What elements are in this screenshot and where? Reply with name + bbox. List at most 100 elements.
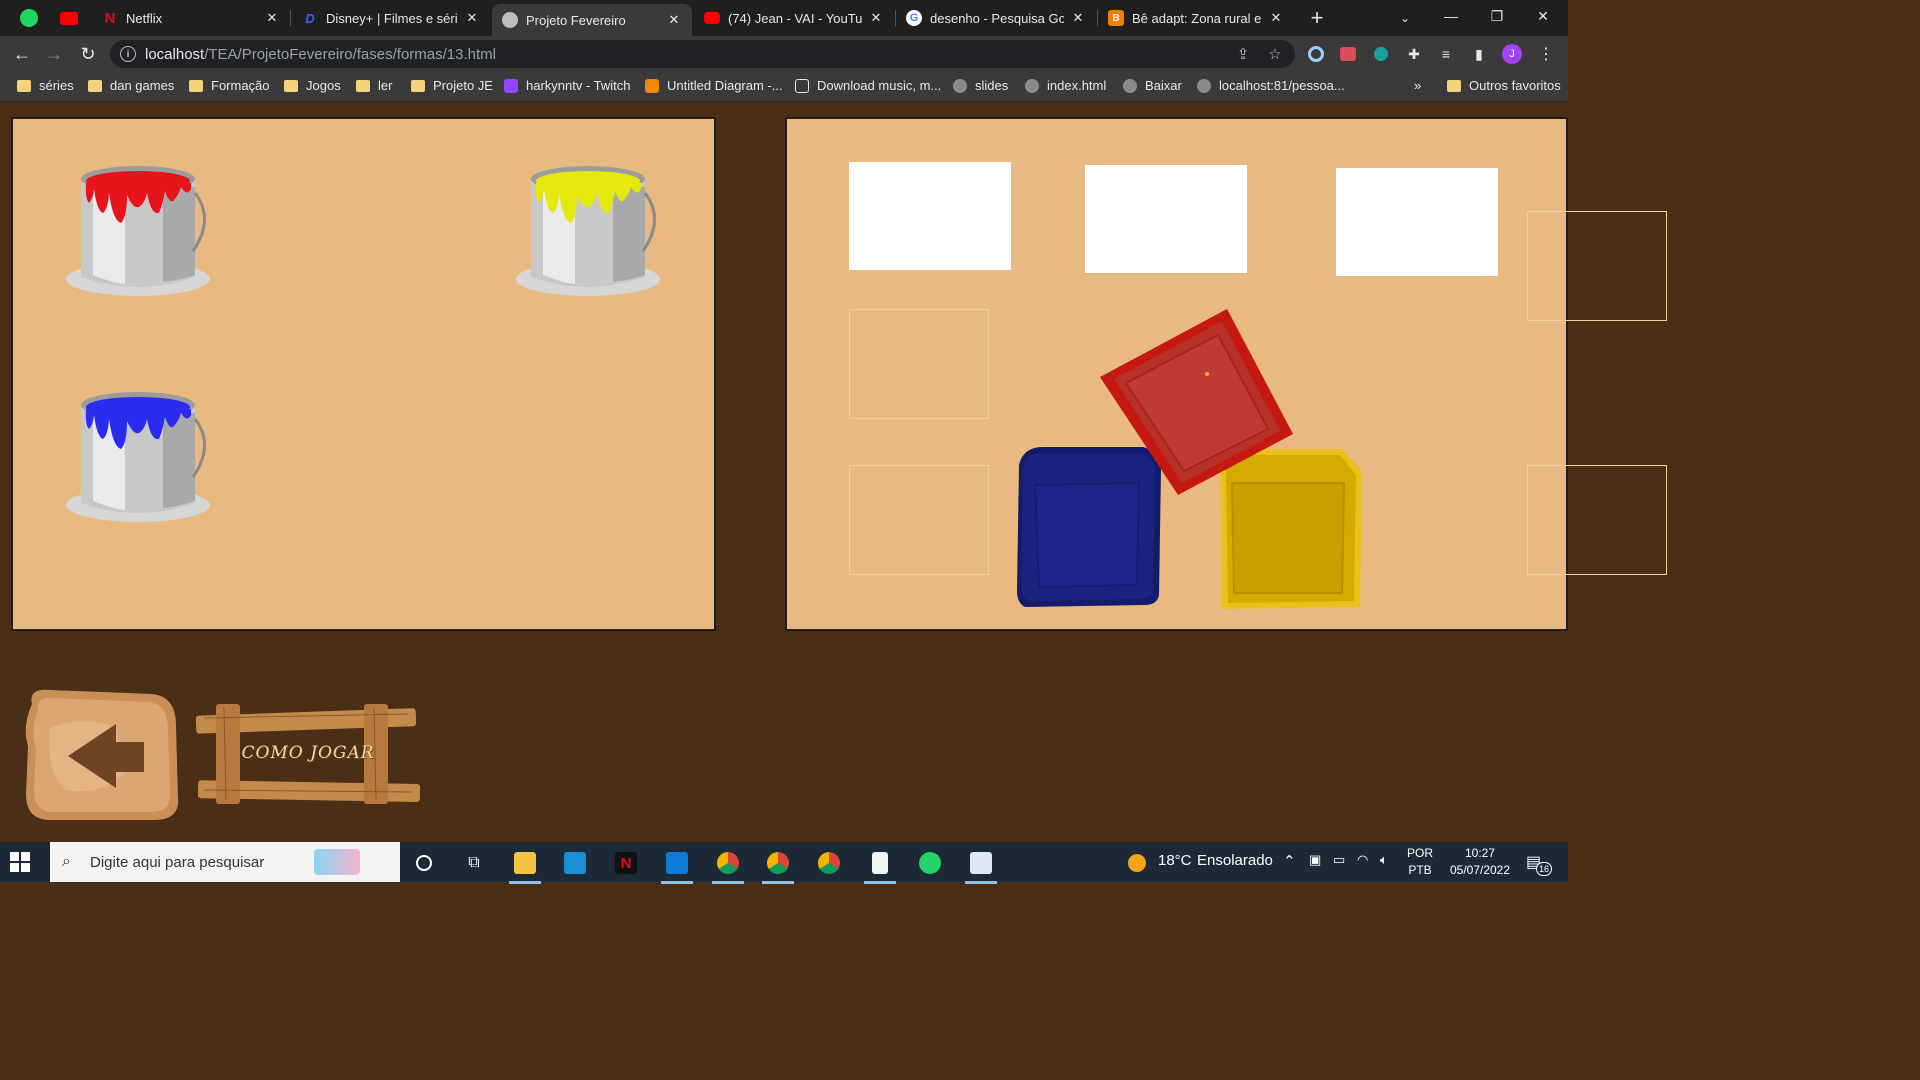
meet-icon[interactable]: ▣ (1309, 852, 1321, 868)
youtube-icon (704, 12, 720, 24)
close-window-button[interactable]: ✕ (1520, 0, 1566, 32)
bookmark-item[interactable]: harkynntv - Twitch (504, 78, 631, 93)
taskbar-search-input[interactable]: ⌕ Digite aqui para pesquisar (50, 842, 400, 882)
cube-red[interactable] (1100, 309, 1294, 495)
tab-disney[interactable]: D Disney+ | Filmes e séries ✕ (292, 4, 490, 32)
extension-icon[interactable] (1306, 44, 1326, 64)
drop-target-3[interactable] (1336, 168, 1498, 276)
new-tab-button[interactable]: + (1300, 4, 1334, 32)
bookmark-label: slides (975, 78, 1009, 93)
side-panel-icon[interactable]: ▮ (1469, 44, 1489, 64)
close-icon[interactable]: ✕ (464, 10, 480, 26)
extension-icon[interactable] (1338, 44, 1358, 64)
windows-start-icon[interactable] (10, 852, 30, 872)
netflix-icon: N (615, 852, 637, 874)
system-clock[interactable]: 10:27 05/07/2022 (1440, 845, 1520, 879)
chevron-up-icon[interactable]: ⌃ (1283, 852, 1296, 870)
bookmark-label: Baixar (1145, 78, 1182, 93)
paint-bucket-blue[interactable] (63, 385, 213, 525)
taskbar-app-chrome-profile[interactable] (758, 846, 798, 884)
weather-text[interactable]: Ensolarado (1197, 852, 1273, 869)
cortana-button[interactable] (404, 846, 444, 880)
bookmark-item[interactable]: slides (953, 78, 1008, 93)
input-language[interactable]: POR PTB (1402, 845, 1438, 879)
drop-target-1[interactable] (849, 162, 1011, 270)
paint-icon (970, 852, 992, 874)
tab-search-button[interactable]: ⌄ (1388, 4, 1422, 32)
taskbar-app-store[interactable] (555, 846, 595, 880)
restore-button[interactable]: ❐ (1474, 0, 1520, 32)
notification-center-button[interactable]: ▤ 16 (1526, 850, 1552, 876)
paint-bucket-yellow[interactable] (513, 159, 663, 299)
taskbar-app-netflix[interactable]: N (606, 846, 646, 880)
forward-button[interactable]: → (40, 40, 68, 68)
media-icon[interactable]: ≡ (1436, 44, 1456, 64)
globe-icon (502, 12, 518, 28)
taskbar-app-file-explorer[interactable] (505, 846, 545, 884)
address-bar[interactable]: i localhost/TEA/ProjetoFevereiro/fases/f… (110, 40, 1295, 68)
share-icon[interactable]: ⇪ (1233, 44, 1253, 64)
bookmark-item[interactable]: dan games (88, 78, 174, 93)
taskbar-app-chrome[interactable] (708, 846, 748, 884)
info-icon[interactable]: i (120, 46, 136, 62)
close-icon[interactable]: ✕ (1268, 10, 1284, 26)
paint-panel (11, 117, 716, 631)
folder-icon (1447, 79, 1461, 92)
bookmark-item[interactable]: localhost:81/pessoa... (1197, 78, 1345, 93)
taskbar-app-whatsapp[interactable] (910, 846, 950, 880)
drop-target-2[interactable] (1085, 165, 1247, 273)
taskbar-app-paint[interactable] (961, 846, 1001, 884)
close-icon[interactable]: ✕ (1070, 10, 1086, 26)
profile-avatar[interactable]: J (1502, 44, 1522, 64)
how-to-play-button[interactable]: COMO JOGAR (194, 702, 422, 806)
task-view-button[interactable]: ⧉ (454, 846, 494, 880)
bookmark-label: séries (39, 78, 74, 93)
taskbar-app-chrome-profile-2[interactable] (809, 846, 849, 880)
taskbar-app-document[interactable] (860, 846, 900, 884)
tab-google-search[interactable]: G desenho - Pesquisa Goo ✕ (896, 4, 1096, 32)
bookmark-item[interactable]: ler (356, 78, 392, 93)
bookmark-item[interactable]: Formação (189, 78, 270, 93)
ghost-slot (1527, 465, 1667, 575)
back-arrow-button[interactable] (20, 686, 180, 822)
bookmark-item[interactable]: Download music, m... (795, 78, 941, 93)
tab-youtube[interactable]: (74) Jean - VAI - YouTube ✕ (694, 4, 894, 32)
folder-icon (88, 79, 102, 92)
bookmark-item-other[interactable]: Outros favoritos (1447, 78, 1561, 93)
globe-icon (1123, 78, 1137, 93)
close-icon[interactable]: ✕ (264, 10, 280, 26)
tab-blogger[interactable]: B Bê adapt: Zona rural e zo ✕ (1098, 4, 1294, 32)
bookmark-item[interactable]: index.html (1025, 78, 1106, 93)
speaker-icon[interactable]: 🔈︎ (1380, 852, 1388, 868)
tab-pinned-youtube[interactable] (52, 4, 86, 32)
puzzle-icon[interactable]: ✚ (1404, 44, 1424, 64)
tab-projeto-fevereiro[interactable]: Projeto Fevereiro ✕ (492, 4, 692, 36)
close-icon[interactable]: ✕ (868, 10, 884, 26)
weather-temp[interactable]: 18°C (1158, 852, 1192, 869)
bookmark-item[interactable]: séries (17, 78, 74, 93)
paint-bucket-red[interactable] (63, 159, 213, 299)
menu-icon[interactable]: ⋮ (1536, 44, 1556, 64)
notification-count-badge: 16 (1536, 862, 1552, 876)
wifi-icon[interactable]: ◠ (1357, 852, 1368, 868)
tab-pinned-spotify[interactable] (12, 4, 46, 32)
bookmark-item[interactable]: Baixar (1123, 78, 1182, 93)
minimize-button[interactable]: — (1428, 0, 1474, 32)
bookmark-label: Jogos (306, 78, 341, 93)
close-icon[interactable]: ✕ (666, 12, 682, 28)
bookmark-label: ler (378, 78, 393, 93)
bookmark-item[interactable]: Jogos (284, 78, 341, 93)
tab-netflix[interactable]: N Netflix ✕ (92, 4, 290, 32)
bookmark-item[interactable]: Projeto JE (411, 78, 493, 93)
battery-icon[interactable]: ▭ (1333, 852, 1345, 868)
bookmark-item[interactable]: Untitled Diagram -... (645, 78, 783, 93)
taskbar-app-vscode[interactable] (657, 846, 697, 884)
extension-icon[interactable] (1371, 44, 1391, 64)
vscode-icon (666, 852, 688, 874)
folder-icon (284, 79, 298, 92)
star-icon[interactable]: ☆ (1265, 44, 1285, 64)
bookmarks-overflow-button[interactable]: » (1414, 78, 1421, 93)
minimize-icon: — (1444, 8, 1458, 24)
back-button[interactable]: ← (8, 40, 36, 68)
reload-button[interactable]: ↻ (74, 40, 102, 68)
